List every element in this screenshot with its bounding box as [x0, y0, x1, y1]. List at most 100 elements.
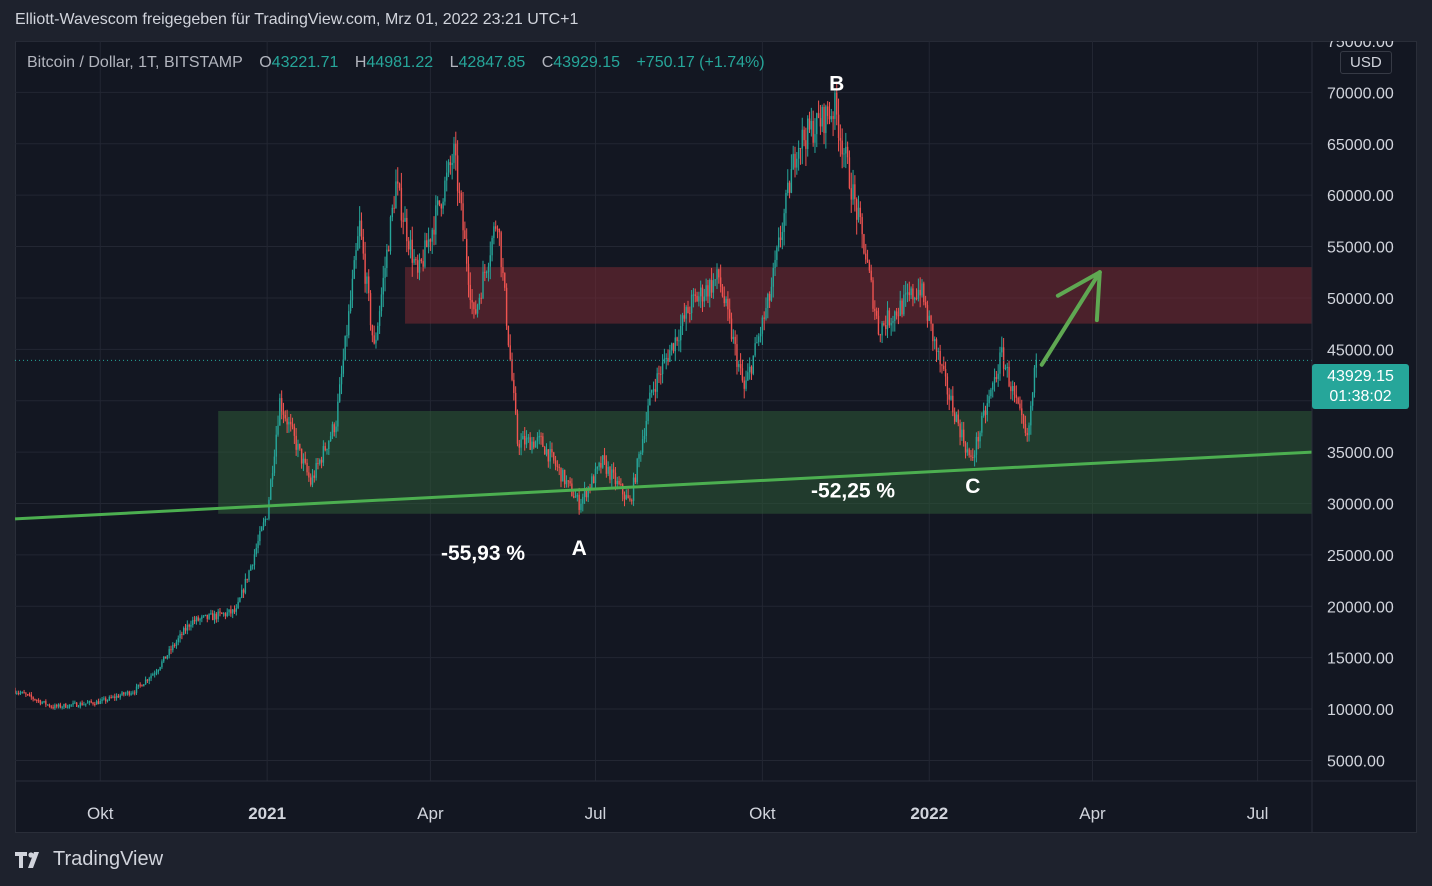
- candle-body: [984, 410, 987, 415]
- candle-body: [603, 455, 606, 460]
- low-value: 42847.85: [458, 54, 526, 71]
- candle-body: [680, 325, 682, 341]
- candle-body: [738, 364, 740, 367]
- candle-body: [816, 113, 818, 135]
- candle-body: [819, 118, 822, 127]
- candle-body: [505, 287, 508, 326]
- candle-body: [897, 315, 900, 317]
- candle-body: [826, 106, 829, 116]
- x-tick-label: 2022: [910, 804, 948, 823]
- candle-body: [319, 459, 321, 464]
- x-tick-label: Jul: [1247, 804, 1269, 823]
- candle-body: [348, 311, 350, 336]
- candle-body: [895, 311, 898, 316]
- low-label: L: [449, 54, 459, 71]
- candle-body: [179, 633, 181, 639]
- candle-body: [520, 439, 522, 448]
- candle-body: [712, 280, 715, 293]
- candle-body: [924, 302, 927, 306]
- currency-button[interactable]: USD: [1340, 51, 1392, 74]
- candle-body: [261, 527, 263, 532]
- candle-body: [716, 269, 718, 280]
- candle-body: [516, 413, 519, 444]
- candle-body: [647, 405, 649, 421]
- close-value: 43929.15: [553, 54, 620, 71]
- candle-body: [39, 700, 42, 704]
- candle-body: [37, 700, 40, 702]
- candle-body: [689, 312, 691, 314]
- candle-body: [672, 343, 675, 352]
- x-tick-label: Okt: [87, 804, 114, 823]
- candle-body: [917, 289, 920, 299]
- candle-body: [344, 335, 346, 360]
- wave-annotation: C: [965, 475, 980, 498]
- candle-body: [638, 454, 640, 459]
- candle-body: [961, 429, 963, 438]
- candle-body: [418, 259, 421, 273]
- candle-body: [507, 325, 510, 346]
- candle-body: [146, 679, 149, 681]
- support-zone: [218, 411, 1313, 514]
- candle-body: [273, 456, 276, 474]
- candle-body: [707, 285, 709, 297]
- candle-body: [767, 294, 769, 309]
- candle-body: [736, 344, 738, 367]
- candle-body: [406, 217, 408, 242]
- candle-body: [836, 92, 838, 115]
- x-tick-label: Okt: [749, 804, 776, 823]
- candle-body: [235, 608, 238, 612]
- bar-countdown: 01:38:02: [1329, 387, 1392, 405]
- candle-body: [121, 692, 123, 696]
- y-tick-label: 75000.00: [1327, 41, 1394, 51]
- candle-body: [119, 695, 121, 698]
- candle-body: [536, 437, 539, 442]
- candle-body: [59, 704, 62, 708]
- candlestick-chart[interactable]: B A C -55,93 % -52,25 % 75000.00 70000.00 6500…: [15, 41, 1417, 833]
- candle-body: [966, 449, 969, 453]
- candle-body: [919, 289, 921, 296]
- candle-body: [745, 380, 747, 389]
- candle-body: [1017, 397, 1019, 404]
- y-tick-label: 5000.00: [1327, 753, 1385, 770]
- candle-body: [144, 679, 147, 685]
- candle-body: [467, 263, 470, 285]
- candle-body: [404, 217, 406, 222]
- tradingview-logo[interactable]: TradingView: [15, 848, 163, 871]
- candle-body: [600, 462, 602, 468]
- candle-body: [534, 441, 537, 448]
- candle-body: [598, 462, 600, 467]
- candle-body: [944, 369, 947, 377]
- candle-body: [46, 704, 49, 706]
- x-tick-label: 2021: [248, 804, 286, 823]
- candle-body: [75, 702, 78, 707]
- candle-body: [558, 466, 560, 468]
- candle-body: [879, 334, 881, 336]
- candle-body: [649, 392, 651, 406]
- candle-body: [275, 434, 277, 457]
- candle-body: [233, 609, 236, 612]
- candle-body: [614, 472, 617, 485]
- candle-body: [50, 706, 52, 708]
- candle-body: [433, 229, 435, 235]
- candle-body: [455, 143, 457, 156]
- candle-body: [625, 495, 628, 500]
- candle-body: [694, 294, 696, 296]
- candle-body: [357, 236, 359, 251]
- candle-body: [1035, 360, 1037, 368]
- candle-body: [565, 480, 568, 485]
- candle-body: [415, 259, 417, 261]
- candle-body: [850, 188, 852, 200]
- candle-body: [328, 440, 330, 450]
- candle-body: [723, 296, 725, 304]
- candle-body: [814, 134, 816, 143]
- candle-body: [651, 390, 653, 393]
- candle-body: [311, 475, 314, 485]
- candle-body: [643, 436, 646, 440]
- candle-body: [208, 614, 210, 619]
- candle-body: [340, 373, 343, 385]
- candle-body: [959, 423, 961, 438]
- candle-body: [387, 249, 390, 252]
- candle-body: [26, 694, 29, 696]
- candle-body: [863, 234, 865, 254]
- candle-body: [1028, 425, 1030, 436]
